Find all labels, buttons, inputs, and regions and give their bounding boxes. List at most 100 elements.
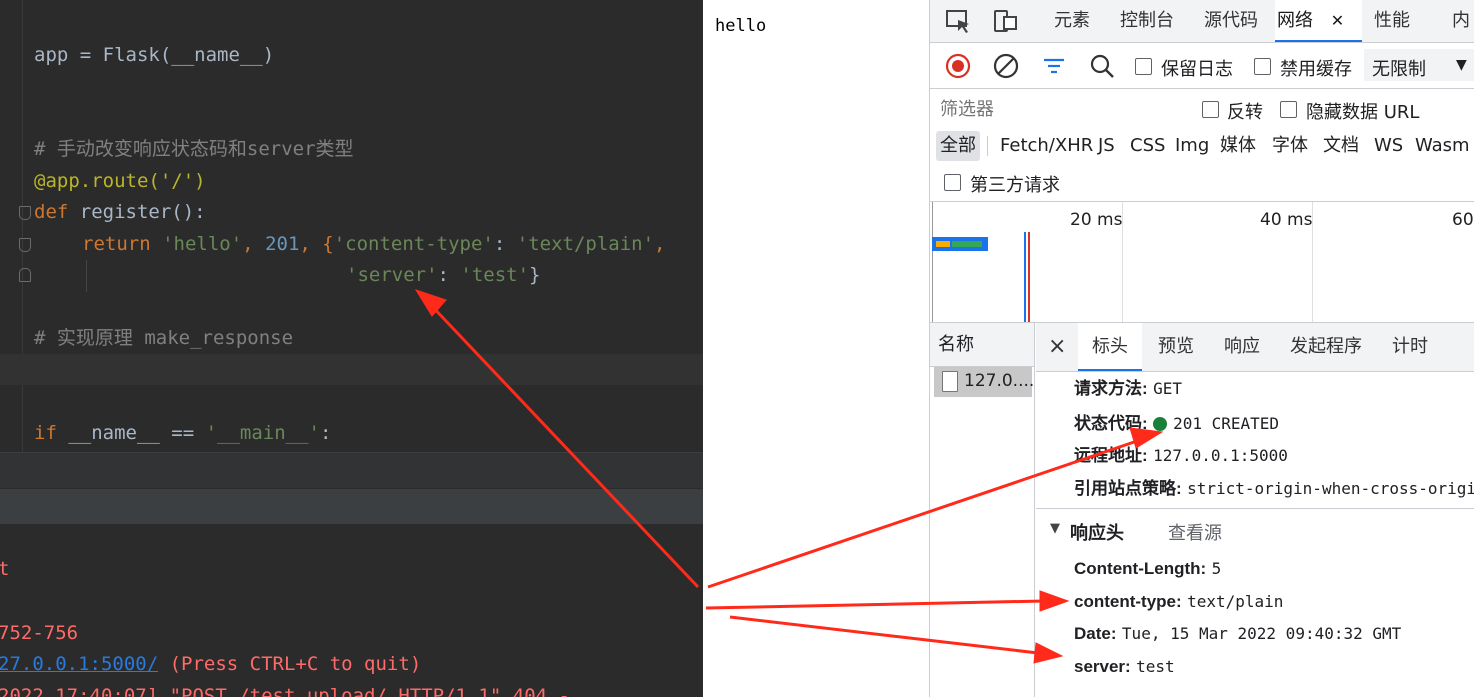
hide-data-urls-label: 隐藏数据 URL bbox=[1306, 102, 1420, 123]
tab-initiator[interactable]: 发起程序 bbox=[1290, 323, 1362, 371]
inspect-element-icon[interactable] bbox=[944, 7, 972, 35]
tab-network-label: 网络 bbox=[1277, 10, 1313, 31]
preserve-log-label: 保留日志 bbox=[1161, 59, 1233, 80]
page-body-text: hello bbox=[715, 16, 767, 36]
code-line-comment2[interactable]: # 实现原理 make_response bbox=[34, 322, 293, 354]
tab-more[interactable]: 内 bbox=[1452, 0, 1470, 42]
preserve-log-checkbox[interactable] bbox=[1135, 58, 1152, 75]
console-line: 2022 17:40:07] "POST /test_upload/ HTTP/… bbox=[0, 685, 570, 697]
hide-data-urls-checkbox[interactable] bbox=[1280, 101, 1297, 118]
divider bbox=[987, 136, 988, 156]
type-filter-media[interactable]: 媒体 bbox=[1220, 131, 1256, 161]
code-line-app[interactable]: app = Flask(__name__) bbox=[34, 39, 274, 71]
view-source-link[interactable]: 查看源 bbox=[1168, 519, 1222, 545]
response-header-server: server: test bbox=[1074, 657, 1175, 676]
tab-performance[interactable]: 性能 bbox=[1374, 0, 1410, 42]
devtools-panel: 元素 控制台 源代码 网络 ✕ 性能 内 保留日志 禁用缓存 无限制 ▼ 筛选器… bbox=[929, 0, 1474, 697]
tab-sources[interactable]: 源代码 bbox=[1204, 0, 1258, 42]
run-panel-toolbar bbox=[0, 488, 703, 525]
dom-content-loaded-marker bbox=[1024, 232, 1026, 322]
console-line: 27.0.0.1:5000/ (Press CTRL+C to quit) bbox=[0, 653, 422, 675]
status-ok-icon bbox=[1153, 417, 1168, 431]
devtools-tab-bar: 元素 控制台 源代码 网络 ✕ 性能 内 bbox=[930, 0, 1474, 43]
tab-headers[interactable]: 标头 bbox=[1078, 323, 1142, 371]
type-filter-img[interactable]: Img bbox=[1175, 131, 1209, 161]
fold-marker-icon[interactable] bbox=[19, 268, 31, 282]
fold-marker-icon[interactable] bbox=[19, 206, 31, 220]
response-headers-title: 响应头 bbox=[1070, 523, 1124, 544]
tab-console[interactable]: 控制台 bbox=[1120, 0, 1174, 42]
editor-breadcrumb-bar bbox=[0, 452, 703, 489]
resource-type-filters: 全部 Fetch/XHR JS CSS Img 媒体 字体 文档 WS Wasm bbox=[930, 129, 1474, 165]
type-filter-doc[interactable]: 文档 bbox=[1323, 131, 1359, 161]
console-line: t bbox=[0, 558, 10, 580]
tab-preview[interactable]: 预览 bbox=[1158, 323, 1194, 371]
code-line-continuation[interactable]: 'server': 'test'} bbox=[346, 259, 541, 291]
disable-cache-checkbox[interactable] bbox=[1254, 58, 1271, 75]
general-status-code: 状态代码: 201 CREATED bbox=[1074, 414, 1280, 433]
current-line-highlight bbox=[0, 354, 703, 385]
disable-cache-label: 禁用缓存 bbox=[1280, 59, 1352, 80]
chevron-down-icon: ▼ bbox=[1456, 57, 1467, 73]
response-header-content-length: Content-Length: 5 bbox=[1074, 559, 1222, 578]
search-icon[interactable] bbox=[1088, 52, 1116, 80]
filter-icon[interactable] bbox=[1040, 52, 1068, 80]
network-timeline-overview[interactable]: 20 ms 40 ms 60 bbox=[930, 202, 1474, 323]
timeline-request-bar bbox=[932, 237, 988, 251]
code-line-comment[interactable]: # 手动改变响应状态码和server类型 bbox=[34, 133, 354, 165]
third-party-row: 第三方请求 bbox=[930, 165, 1474, 202]
tab-elements[interactable]: 元素 bbox=[1054, 0, 1090, 42]
third-party-label: 第三方请求 bbox=[970, 175, 1060, 196]
throttle-value: 无限制 bbox=[1372, 59, 1426, 80]
fold-marker-icon[interactable] bbox=[19, 238, 31, 252]
request-detail-pane: × 标头 预览 响应 发起程序 计时 请求方法: GET 状态代码: 201 C… bbox=[1036, 323, 1474, 697]
type-filter-ws[interactable]: WS bbox=[1374, 131, 1403, 161]
timeline-tick-label: 40 ms bbox=[1260, 210, 1313, 230]
name-column-header[interactable]: 名称 bbox=[930, 323, 1034, 367]
request-row[interactable]: 127.0.... bbox=[934, 367, 1035, 397]
tab-response[interactable]: 响应 bbox=[1224, 323, 1260, 371]
timeline-gridline bbox=[932, 202, 933, 322]
code-line-return[interactable]: return 'hello', 201, {'content-type': 't… bbox=[82, 228, 666, 260]
document-icon bbox=[942, 371, 958, 392]
type-filter-wasm[interactable]: Wasm bbox=[1415, 131, 1470, 161]
run-console[interactable]: t 752-756 27.0.0.1:5000/ (Press CTRL+C t… bbox=[0, 524, 703, 697]
code-line-decorator[interactable]: @app.route('/') bbox=[34, 165, 206, 197]
invert-checkbox[interactable] bbox=[1202, 101, 1219, 118]
indent-guide bbox=[86, 260, 87, 292]
response-header-date: Date: Tue, 15 Mar 2022 09:40:32 GMT bbox=[1074, 624, 1402, 643]
third-party-checkbox[interactable] bbox=[944, 174, 961, 191]
close-icon[interactable]: × bbox=[1048, 323, 1066, 371]
triangle-down-icon: ▼ bbox=[1050, 521, 1060, 536]
type-filter-css[interactable]: CSS bbox=[1130, 131, 1165, 161]
request-list: 名称 127.0.... bbox=[930, 323, 1035, 697]
response-headers-section[interactable]: ▼ 响应头 查看源 bbox=[1036, 508, 1474, 553]
type-filter-fetch[interactable]: Fetch/XHR bbox=[1000, 131, 1093, 161]
response-header-content-type: content-type: text/plain bbox=[1074, 592, 1284, 611]
tab-timing[interactable]: 计时 bbox=[1392, 323, 1428, 371]
type-filter-font[interactable]: 字体 bbox=[1272, 131, 1308, 161]
server-url-link[interactable]: 27.0.0.1:5000/ bbox=[0, 653, 158, 675]
code-line-if[interactable]: if __name__ == '__main__': bbox=[34, 417, 331, 449]
general-remote-address: 远程地址: 127.0.0.1:5000 bbox=[1074, 446, 1288, 465]
general-request-method: 请求方法: GET bbox=[1074, 379, 1182, 398]
close-tab-icon[interactable]: ✕ bbox=[1331, 11, 1344, 30]
invert-label: 反转 bbox=[1227, 102, 1263, 123]
throttle-select[interactable]: 无限制 ▼ bbox=[1364, 49, 1474, 81]
clear-icon[interactable] bbox=[992, 52, 1020, 80]
type-filter-js[interactable]: JS bbox=[1098, 131, 1115, 161]
type-filter-all[interactable]: 全部 bbox=[936, 131, 980, 161]
browser-viewport: hello bbox=[703, 0, 929, 697]
request-name: 127.0.... bbox=[964, 371, 1035, 391]
network-toolbar: 保留日志 禁用缓存 无限制 ▼ bbox=[930, 43, 1474, 89]
tab-network[interactable]: 网络 ✕ bbox=[1275, 0, 1362, 42]
record-icon[interactable] bbox=[944, 52, 972, 80]
code-line-def[interactable]: def register(): bbox=[34, 196, 206, 228]
timeline-tick-label: 20 ms bbox=[1070, 210, 1123, 230]
code-editor[interactable]: app = Flask(__name__) # 手动改变响应状态码和server… bbox=[0, 0, 703, 452]
timeline-tick-label: 60 bbox=[1452, 210, 1474, 230]
filter-input[interactable] bbox=[936, 95, 1188, 123]
device-toolbar-icon[interactable] bbox=[992, 7, 1020, 35]
general-referrer-policy: 引用站点策略: strict-origin-when-cross-origin bbox=[1074, 479, 1474, 498]
console-line: 752-756 bbox=[0, 622, 79, 644]
